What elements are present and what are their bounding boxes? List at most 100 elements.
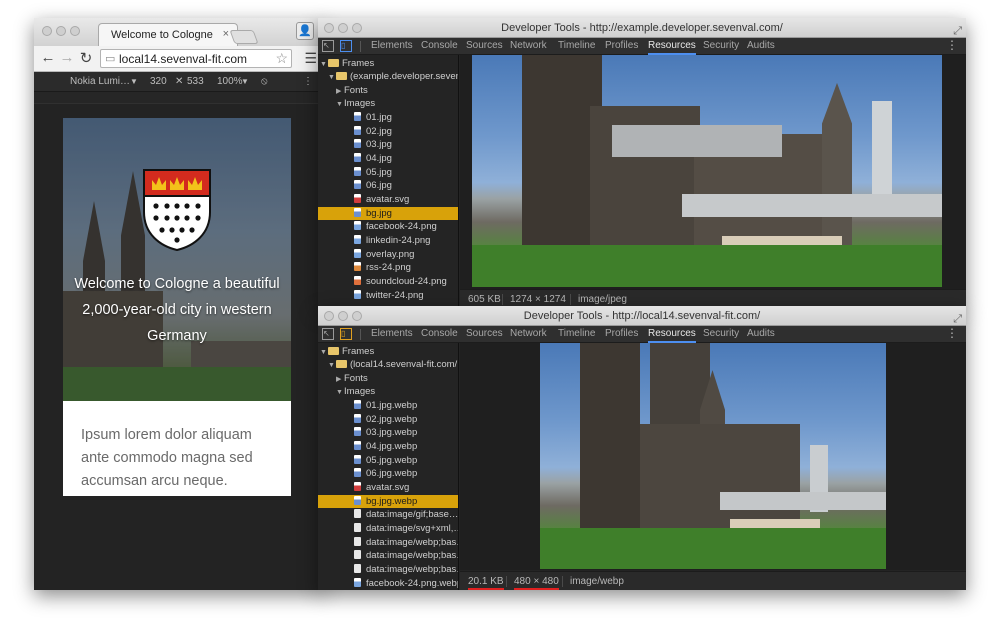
file-item[interactable]: 03.jpg: [354, 138, 392, 151]
file-item[interactable]: overlay.png: [354, 248, 414, 261]
viewport-width-field[interactable]: 320: [150, 76, 167, 87]
back-arrow-icon[interactable]: ←: [40, 49, 56, 66]
tab-security[interactable]: Security: [703, 40, 739, 51]
emulation-more-icon[interactable]: ⋮: [303, 76, 313, 87]
new-tab-button[interactable]: [229, 30, 259, 44]
file-item[interactable]: 05.jpg: [354, 166, 392, 179]
file-item[interactable]: linkedin-24.png: [354, 234, 430, 247]
image-preview-pane: [460, 55, 966, 289]
tab-resources[interactable]: Resources: [648, 328, 696, 343]
file-item[interactable]: data:image/webp;bas…: [354, 536, 458, 549]
close-window-button[interactable]: [42, 26, 52, 36]
file-item[interactable]: 06.jpg.webp: [354, 467, 417, 480]
file-item[interactable]: 04.jpg.webp: [354, 440, 417, 453]
expand-arrow-icon[interactable]: ▼: [328, 71, 336, 84]
expand-arrow-icon[interactable]: ▼: [320, 58, 328, 71]
reload-icon[interactable]: ↻: [78, 49, 94, 67]
tab-console[interactable]: Console: [421, 40, 458, 51]
devtools-menu-icon[interactable]: ⋮: [946, 38, 958, 52]
minimize-window-button[interactable]: [338, 311, 348, 321]
tab-sources[interactable]: Sources: [466, 40, 503, 51]
file-item[interactable]: twitter-24.png: [354, 289, 424, 302]
tree-frames[interactable]: ▼ Frames: [320, 345, 374, 358]
tree-frame-origin[interactable]: ▼ (example.developer.seven: [328, 70, 458, 84]
zoom-select[interactable]: 100%: [217, 76, 243, 87]
file-item[interactable]: 01.jpg: [354, 111, 392, 124]
expand-arrow-icon[interactable]: ▼: [320, 346, 328, 359]
address-bar[interactable]: ▭ local14.sevenval-fit.com ☆: [100, 49, 292, 68]
file-item[interactable]: facebook-24.png: [354, 220, 437, 233]
tree-images[interactable]: ▼Images: [336, 97, 375, 110]
tab-close-icon[interactable]: ×: [223, 28, 229, 40]
tab-sources[interactable]: Sources: [466, 328, 503, 339]
minimize-window-button[interactable]: [338, 23, 348, 33]
file-item[interactable]: 01.jpg.webp: [354, 399, 417, 412]
zoom-window-button[interactable]: [352, 23, 362, 33]
page-info-icon[interactable]: ▭: [105, 52, 115, 65]
zoom-window-button[interactable]: [352, 311, 362, 321]
file-item[interactable]: 02.jpg.webp: [354, 413, 417, 426]
bookmark-star-icon[interactable]: ☆: [275, 50, 288, 67]
device-dropdown-icon[interactable]: ▼: [130, 77, 138, 86]
close-window-button[interactable]: [324, 311, 334, 321]
image-dimensions: 480 × 480: [514, 576, 559, 590]
hero-image: Welcome to Cologne a beautiful 2,000-yea…: [63, 118, 291, 401]
device-mode-icon[interactable]: ▯: [340, 328, 352, 340]
file-item[interactable]: data:image/webp;bas…: [354, 549, 458, 562]
file-item[interactable]: 05.jpg.webp: [354, 454, 417, 467]
viewport-height-field[interactable]: 533: [187, 76, 204, 87]
expand-arrow-icon[interactable]: ▼: [328, 359, 336, 372]
file-item[interactable]: 06.jpg: [354, 179, 392, 192]
file-item[interactable]: data:image/webp;bas…: [354, 563, 458, 576]
tab-timeline[interactable]: Timeline: [558, 40, 595, 51]
file-item-selected[interactable]: bg.jpg: [318, 207, 458, 220]
browser-menu-icon[interactable]: ☰: [304, 50, 317, 67]
zoom-dropdown-icon[interactable]: ▼: [241, 77, 249, 86]
device-select[interactable]: Nokia Lumi…: [70, 76, 130, 87]
tab-audits[interactable]: Audits: [747, 328, 775, 339]
file-item[interactable]: soundcloud-24.png: [354, 275, 447, 288]
close-window-button[interactable]: [324, 23, 334, 33]
tab-profiles[interactable]: Profiles: [605, 328, 638, 339]
file-item[interactable]: data:image/svg+xml,…: [354, 522, 458, 535]
zoom-window-button[interactable]: [70, 26, 80, 36]
tab-console[interactable]: Console: [421, 328, 458, 339]
image-file-icon: [354, 249, 361, 258]
rotate-icon[interactable]: ⦸: [261, 76, 268, 87]
file-item-selected[interactable]: bg.jpg.webp: [318, 495, 458, 508]
file-item[interactable]: 02.jpg: [354, 125, 392, 138]
resource-tree: ▼ Frames ▼ (local14.sevenval-fit.com/ ▶ Fon…: [318, 343, 459, 590]
tab-timeline[interactable]: Timeline: [558, 328, 595, 339]
inspect-element-icon[interactable]: ↖: [322, 40, 334, 52]
file-item[interactable]: rss-24.png: [354, 261, 411, 274]
devtools-menu-icon[interactable]: ⋮: [946, 326, 958, 340]
file-item[interactable]: 04.jpg: [354, 152, 392, 165]
inspect-element-icon[interactable]: ↖: [322, 328, 334, 340]
tab-elements[interactable]: Elements: [371, 328, 413, 339]
tab-profiles[interactable]: Profiles: [605, 40, 638, 51]
expand-arrow-icon[interactable]: ▼: [336, 386, 344, 399]
tree-fonts[interactable]: ▶ Fonts: [336, 84, 368, 97]
user-profile-icon[interactable]: 👤: [296, 22, 314, 40]
tab-elements[interactable]: Elements: [371, 40, 413, 51]
expand-arrow-icon[interactable]: ▼: [336, 98, 344, 111]
file-item[interactable]: avatar.svg: [354, 481, 409, 494]
tree-images[interactable]: ▼Images: [336, 385, 375, 398]
file-item[interactable]: data:image/gif;base…: [354, 508, 458, 521]
tree-frames[interactable]: ▼ Frames: [320, 57, 374, 70]
browser-tab[interactable]: Welcome to Cologne ×: [98, 23, 238, 46]
file-item[interactable]: avatar.svg: [354, 193, 409, 206]
tab-security[interactable]: Security: [703, 328, 739, 339]
tab-network[interactable]: Network: [510, 40, 547, 51]
file-item[interactable]: 03.jpg.webp: [354, 426, 417, 439]
tab-resources[interactable]: Resources: [648, 40, 696, 55]
tab-network[interactable]: Network: [510, 328, 547, 339]
file-item[interactable]: facebook-24.png.webp: [354, 577, 458, 590]
tree-frame-origin[interactable]: ▼ (local14.sevenval-fit.com/: [328, 358, 457, 371]
tab-audits[interactable]: Audits: [747, 40, 775, 51]
minimize-window-button[interactable]: [56, 26, 66, 36]
device-mode-icon[interactable]: ▯: [340, 40, 352, 52]
tree-fonts[interactable]: ▶ Fonts: [336, 372, 368, 385]
forward-arrow-icon[interactable]: →: [59, 49, 75, 66]
devtools-title: Developer Tools - http://example.develop…: [501, 22, 783, 34]
